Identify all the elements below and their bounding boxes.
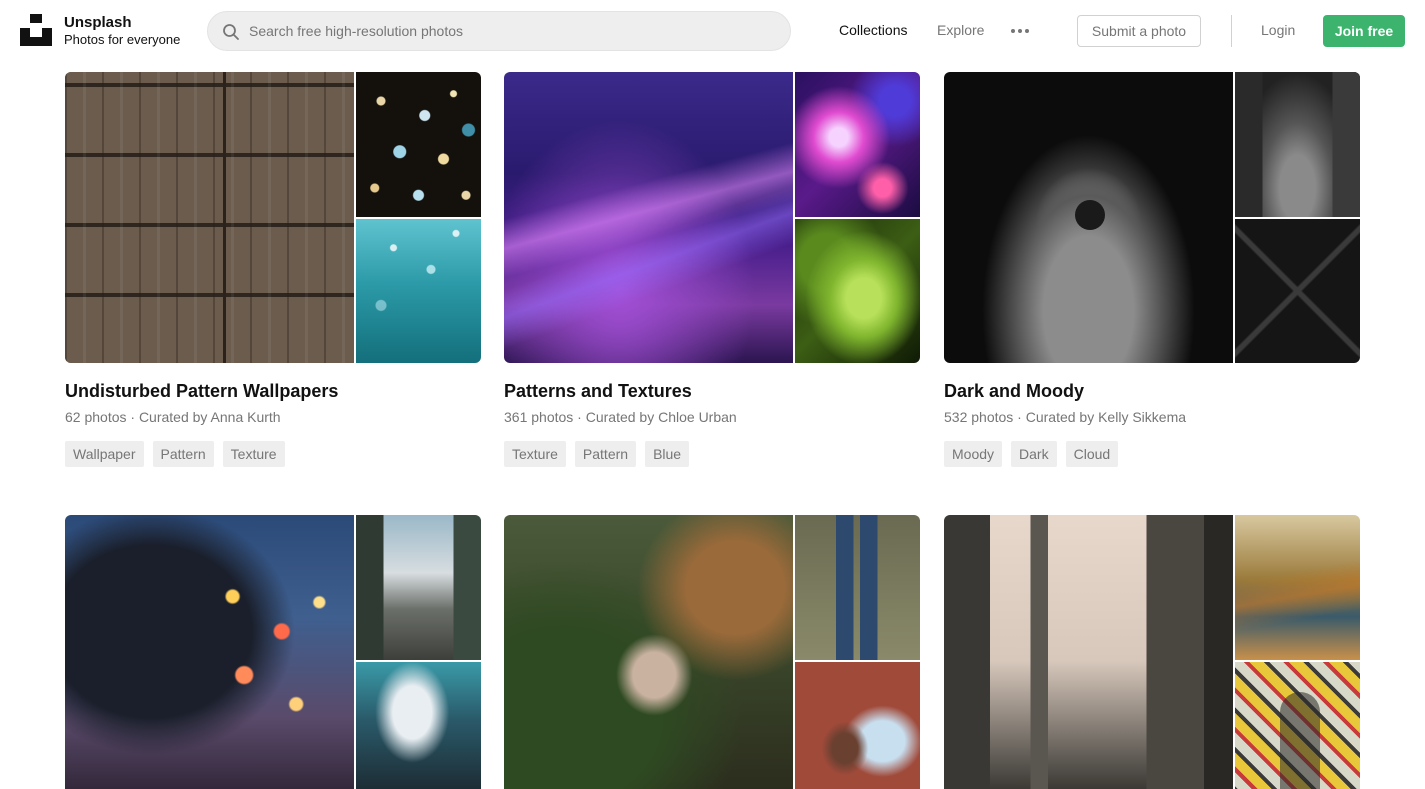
submit-photo-button[interactable]: Submit a photo bbox=[1077, 15, 1201, 47]
passerby-silhouette bbox=[1280, 692, 1320, 789]
photo-thumbnail[interactable] bbox=[504, 515, 793, 789]
photo-thumbnail[interactable] bbox=[795, 662, 920, 789]
tag-list: Wallpaper Pattern Texture bbox=[65, 441, 285, 467]
tag[interactable]: Dark bbox=[1011, 441, 1057, 467]
photo-thumbnail[interactable] bbox=[944, 515, 1233, 789]
photo-thumbnail[interactable] bbox=[356, 219, 481, 363]
photo-thumbnail[interactable] bbox=[795, 219, 920, 363]
login-link[interactable]: Login bbox=[1261, 22, 1295, 39]
photo-thumbnail[interactable] bbox=[795, 72, 920, 217]
tag[interactable]: Texture bbox=[222, 441, 285, 467]
collection-card[interactable] bbox=[944, 515, 1360, 789]
top-nav-bar: Unsplash Photos for everyone Collections… bbox=[0, 0, 1425, 62]
search-icon[interactable] bbox=[222, 23, 240, 41]
photo-thumbnail[interactable] bbox=[1235, 515, 1360, 660]
tag[interactable]: Cloud bbox=[1065, 441, 1119, 467]
join-free-button[interactable]: Join free bbox=[1323, 15, 1405, 47]
photo-thumbnail[interactable] bbox=[1235, 219, 1360, 363]
photo-thumbnail[interactable] bbox=[65, 515, 354, 789]
tag[interactable]: Pattern bbox=[152, 441, 214, 467]
tag[interactable]: Texture bbox=[504, 441, 566, 467]
collection-title[interactable]: Patterns and Textures bbox=[504, 381, 692, 402]
collection-collage[interactable] bbox=[504, 515, 920, 789]
collection-title[interactable]: Dark and Moody bbox=[944, 381, 1084, 402]
collection-collage[interactable] bbox=[65, 72, 481, 363]
photo-thumbnail[interactable] bbox=[944, 72, 1233, 363]
tag[interactable]: Pattern bbox=[574, 441, 637, 467]
photo-thumbnail[interactable] bbox=[1235, 72, 1360, 217]
hood-shadow bbox=[1075, 200, 1105, 230]
photo-thumbnail[interactable] bbox=[795, 515, 920, 660]
photo-thumbnail[interactable] bbox=[356, 72, 481, 217]
brand[interactable]: Unsplash Photos for everyone bbox=[64, 14, 180, 48]
collection-card[interactable]: Undisturbed Pattern Wallpapers 62 photos… bbox=[65, 72, 481, 467]
more-options-icon[interactable] bbox=[1009, 24, 1033, 38]
collection-collage[interactable] bbox=[944, 515, 1360, 789]
photo-thumbnail[interactable] bbox=[65, 72, 354, 363]
search-input[interactable] bbox=[249, 12, 769, 50]
tag[interactable]: Blue bbox=[645, 441, 690, 467]
collection-card[interactable] bbox=[504, 515, 920, 789]
collection-card[interactable]: Patterns and Textures 361 photos · Curat… bbox=[504, 72, 920, 467]
photo-thumbnail[interactable] bbox=[356, 662, 481, 789]
photo-thumbnail[interactable] bbox=[504, 72, 793, 363]
brand-tagline: Photos for everyone bbox=[64, 32, 181, 47]
header-divider bbox=[1231, 15, 1232, 47]
nav-collections-link[interactable]: Collections bbox=[839, 22, 907, 39]
tag-list: Texture Pattern Blue bbox=[504, 441, 690, 467]
search-bar[interactable] bbox=[207, 11, 791, 51]
collection-meta: 532 photos · Curated by Kelly Sikkema bbox=[944, 409, 1187, 425]
collection-meta: 361 photos · Curated by Chloe Urban bbox=[504, 409, 737, 425]
collection-card[interactable]: Dark and Moody 532 photos · Curated by K… bbox=[944, 72, 1360, 467]
photo-thumbnail[interactable] bbox=[356, 515, 481, 660]
tag-list: Moody Dark Cloud bbox=[944, 441, 1119, 467]
brand-name: Unsplash bbox=[64, 14, 132, 31]
tag[interactable]: Wallpaper bbox=[65, 441, 144, 467]
photo-thumbnail[interactable] bbox=[1235, 662, 1360, 789]
collection-title[interactable]: Undisturbed Pattern Wallpapers bbox=[65, 381, 338, 402]
collection-collage[interactable] bbox=[944, 72, 1360, 363]
unsplash-logo-icon[interactable] bbox=[20, 14, 52, 46]
nav-explore-link[interactable]: Explore bbox=[937, 22, 984, 39]
collection-collage[interactable] bbox=[504, 72, 920, 363]
collection-meta: 62 photos · Curated by Anna Kurth bbox=[65, 409, 281, 425]
door-seam bbox=[223, 72, 226, 363]
collection-collage[interactable] bbox=[65, 515, 481, 789]
tag[interactable]: Moody bbox=[944, 441, 1003, 467]
collection-card[interactable] bbox=[65, 515, 481, 789]
